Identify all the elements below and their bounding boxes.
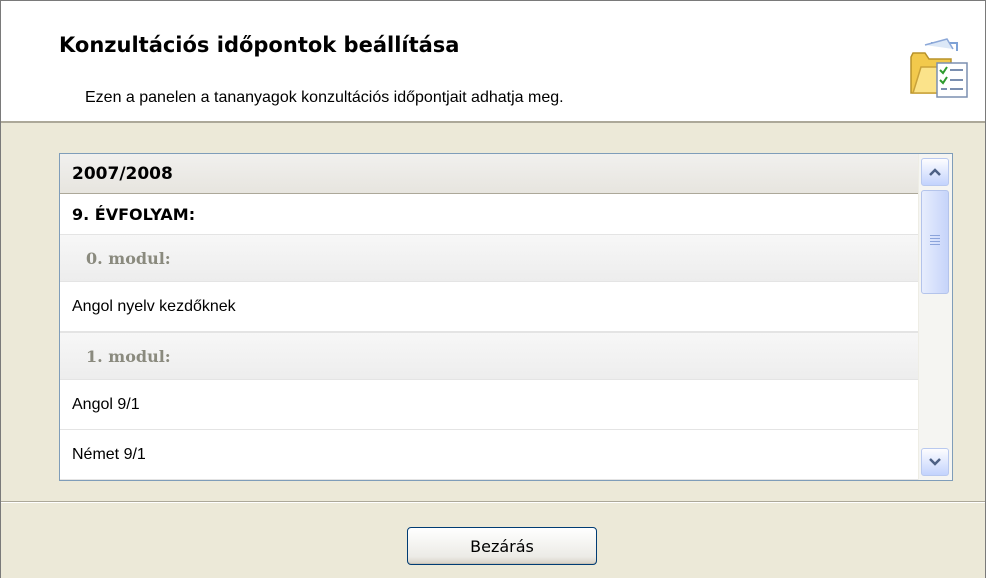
subject-row[interactable]: Német 9/1 [60,430,920,480]
year-label: 2007/2008 [72,163,173,184]
scroll-up-button[interactable] [921,158,949,186]
scroll-up-arrow-icon [929,168,941,176]
scroll-down-button[interactable] [921,448,949,476]
consultation-tree-list[interactable]: 2007/2008 9. ÉVFOLYAM: 0. modul: Angol n… [59,153,953,481]
subject-row[interactable]: Angol nyelv kezdőknek [60,282,920,332]
year-header-row[interactable]: 2007/2008 [60,154,920,194]
consultation-dialog: Konzultációs időpontok beállítása Ezen a… [0,0,986,578]
grade-label: 9. ÉVFOLYAM: [72,204,196,224]
module-label: 1. modul: [86,346,171,366]
module-row[interactable]: 1. modul: [60,332,920,380]
folder-checklist-icon [907,37,971,101]
grip-icon [930,235,940,249]
dialog-title: Konzultációs időpontok beállítása [59,33,460,57]
grade-header-row[interactable]: 9. ÉVFOLYAM: [60,194,920,234]
subject-label: Német 9/1 [72,445,146,463]
dialog-subtitle: Ezen a panelen a tananyagok konzultációs… [85,89,564,106]
scroll-down-arrow-icon [929,458,941,466]
close-button[interactable]: Bezárás [407,527,597,565]
subject-label: Angol nyelv kezdőknek [72,297,236,315]
subject-label: Angol 9/1 [72,395,140,413]
footer-divider [1,501,985,503]
module-row[interactable]: 0. modul: [60,234,920,282]
subject-row[interactable]: Angol 9/1 [60,380,920,430]
scrollbar-thumb[interactable] [921,190,949,294]
module-label: 0. modul: [86,248,171,268]
dialog-header: Konzultációs időpontok beállítása Ezen a… [1,1,985,123]
vertical-scrollbar[interactable] [918,154,952,480]
